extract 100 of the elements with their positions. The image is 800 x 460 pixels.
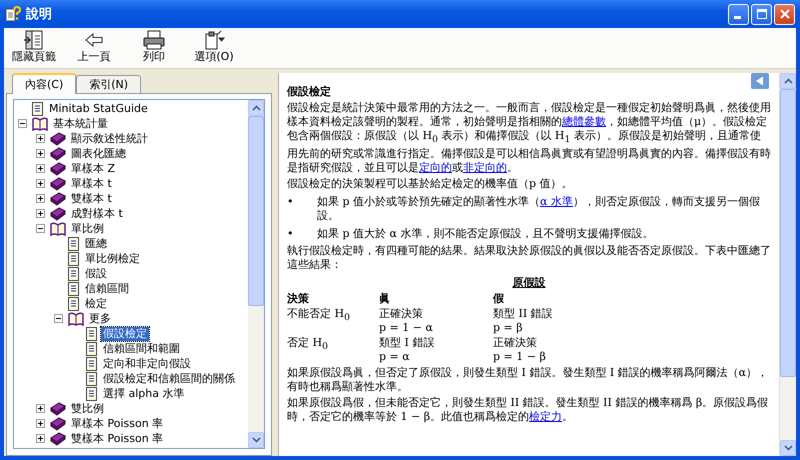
tree-item[interactable]: 雙比例 bbox=[69, 402, 106, 416]
page-icon bbox=[68, 296, 80, 310]
open-book-icon bbox=[32, 116, 48, 130]
minimize-button[interactable] bbox=[728, 4, 749, 24]
link[interactable]: 非定向的 bbox=[463, 161, 507, 174]
tree-item[interactable]: 假設檢定 bbox=[101, 326, 149, 340]
tree-item[interactable]: 匯總 bbox=[83, 236, 109, 250]
book-icon bbox=[50, 162, 66, 176]
tree-item[interactable]: 單比例 bbox=[69, 222, 106, 236]
article-title: 假設檢定 bbox=[287, 85, 332, 99]
collapse-icon[interactable] bbox=[36, 224, 45, 233]
table-cell: 正確決策 bbox=[493, 336, 537, 350]
column-header: 決策 bbox=[287, 292, 310, 306]
scrollbar[interactable] bbox=[779, 73, 796, 456]
tree-item[interactable]: 假設檢定和信賴區間的關係 bbox=[101, 372, 237, 386]
maximize-icon bbox=[756, 9, 766, 19]
tree-item[interactable]: 單樣本 Poisson 率 bbox=[69, 416, 166, 430]
scroll-down-icon[interactable] bbox=[784, 445, 792, 451]
page-icon bbox=[68, 282, 80, 296]
expand-icon[interactable] bbox=[36, 434, 45, 443]
paragraph: 如果原假設爲假，但未能否定它，則發生類型 II 錯誤。發生類型 II 錯誤的機率稱爲 β。原假設爲假時，否定它的機率等於 1 − β。此值也稱爲檢定的檢定力。 bbox=[287, 396, 770, 424]
expand-icon[interactable] bbox=[36, 179, 45, 188]
page-icon bbox=[68, 266, 80, 280]
expand-icon[interactable] bbox=[36, 419, 45, 428]
book-icon bbox=[50, 192, 66, 206]
maximize-button[interactable] bbox=[751, 4, 772, 24]
window-title: 說明 bbox=[26, 6, 53, 23]
tree-item[interactable]: 檢定 bbox=[83, 296, 109, 310]
tree-item[interactable]: 圖表化匯總 bbox=[69, 146, 128, 160]
back-toolbar-button[interactable]: 上一頁 bbox=[68, 30, 120, 68]
tree-item[interactable]: 單樣本 t bbox=[69, 176, 114, 190]
link[interactable]: 總體參數 bbox=[562, 115, 606, 128]
page-icon bbox=[86, 386, 98, 400]
page-icon bbox=[32, 102, 44, 116]
tree-item[interactable]: 信賴區間 bbox=[83, 282, 131, 296]
expand-icon[interactable] bbox=[36, 194, 45, 203]
book-icon bbox=[50, 206, 66, 220]
column-header: 眞 bbox=[379, 292, 391, 306]
options-toolbar-button[interactable]: 選項(O) bbox=[188, 30, 240, 68]
paragraph: 如果原假設爲眞，但否定了原假設，則發生類型 I 錯誤。發生類型 I 錯誤的機率稱爲阿爾法（α），有時也稱爲顯著性水準。 bbox=[287, 366, 770, 394]
book-icon bbox=[50, 146, 66, 160]
collapse-icon[interactable] bbox=[18, 119, 27, 128]
scroll-down-icon[interactable] bbox=[252, 437, 260, 443]
hide-toolbar-button[interactable]: 隱藏頁籤 bbox=[8, 30, 60, 68]
tree-item[interactable]: 假設 bbox=[83, 266, 109, 280]
tree-item[interactable]: 雙樣本 t bbox=[69, 192, 114, 206]
table-cell: p = β bbox=[493, 321, 523, 336]
scrollbar[interactable] bbox=[248, 100, 264, 448]
table-cell: p = α bbox=[379, 350, 410, 364]
table-cell: p = 1 − α bbox=[379, 321, 433, 336]
link[interactable]: α 水準 bbox=[540, 195, 573, 208]
tree-item[interactable]: 基本統計量 bbox=[51, 116, 110, 130]
tree-item[interactable]: 雙樣本 Poisson 率 bbox=[69, 432, 166, 446]
column-header: 假 bbox=[493, 292, 505, 306]
expand-icon[interactable] bbox=[36, 209, 45, 218]
table-cell: 類型 I 錯誤 bbox=[379, 336, 434, 350]
page-icon bbox=[86, 342, 98, 356]
tree-item[interactable]: 單比例檢定 bbox=[83, 252, 142, 266]
tab[interactable]: 內容(C) bbox=[12, 73, 76, 94]
page-icon bbox=[68, 236, 80, 250]
tree-item[interactable]: 成對樣本 t bbox=[69, 206, 125, 220]
book-icon bbox=[50, 432, 66, 446]
table-cell: 否定 H$_{0}$ bbox=[287, 336, 328, 354]
close-button[interactable] bbox=[774, 4, 795, 24]
book-icon bbox=[50, 402, 66, 416]
expand-icon[interactable] bbox=[36, 149, 45, 158]
print-toolbar-button[interactable]: 列印 bbox=[128, 30, 180, 68]
tree-item[interactable]: 更多 bbox=[87, 312, 113, 326]
open-book-icon bbox=[68, 312, 84, 326]
tree-item[interactable]: 顯示敘述性統計 bbox=[69, 132, 150, 146]
collapse-icon[interactable] bbox=[54, 314, 63, 323]
table-title: 原假設 bbox=[512, 276, 546, 290]
expand-icon[interactable] bbox=[36, 134, 45, 143]
page-icon bbox=[86, 356, 98, 370]
open-book-icon bbox=[50, 222, 66, 236]
table-cell: 正確決策 bbox=[379, 307, 423, 322]
link[interactable]: 檢定力 bbox=[529, 410, 562, 424]
paragraph: 假設檢定是統計決策中最常用的方法之一。一般而言，假設檢定是一種假定初始聲明爲眞，然後使用樣本資料檢定該聲明的製程。通常，初始聲明是指相關的總體參數，如總體平均值（μ）。假設檢定包含兩個假設：原假設（以 H$_{0}$ 表示）和備擇假設（以 H$_{1}$ 表示）。原假設是初始聲明，且通常使用先前的研究或常識進行指定。備擇假設是可以相信爲眞實或有望證明爲眞實的內容。備擇假設有時是指研究假設，並且可以是定向的或非定向的。 bbox=[287, 101, 771, 176]
book-icon bbox=[50, 132, 66, 146]
bullet: • bbox=[287, 195, 294, 210]
table-cell: p = 1 − β bbox=[493, 350, 546, 364]
scroll-up-icon[interactable] bbox=[784, 78, 792, 84]
expand-icon[interactable] bbox=[36, 164, 45, 173]
tree-item[interactable]: 信賴區間和範圍 bbox=[101, 342, 182, 356]
book-icon bbox=[50, 176, 66, 190]
link[interactable]: 定向的 bbox=[419, 161, 452, 174]
tree-item[interactable]: Minitab StatGuide bbox=[47, 102, 150, 116]
help-document-icon bbox=[5, 6, 21, 22]
paragraph: 假設檢定的決策製程可以基於給定檢定的機率值（p 值）。 bbox=[287, 177, 574, 192]
tree-item[interactable]: 單樣本 Z bbox=[69, 162, 118, 176]
table-cell: 類型 II 錯誤 bbox=[493, 307, 553, 322]
tree-item[interactable]: 定向和非定向假設 bbox=[101, 356, 193, 370]
tree-item[interactable]: 選擇 alpha 水準 bbox=[101, 386, 186, 400]
list-item-text: 如果 p 值大於 α 水準，則不能否定原假設，且不聲明支援備擇假設。 bbox=[316, 227, 654, 242]
expand-icon[interactable] bbox=[36, 404, 45, 413]
minimize-icon bbox=[734, 16, 740, 18]
scroll-up-icon[interactable] bbox=[252, 105, 260, 111]
page-icon bbox=[86, 326, 98, 340]
list-item-text: 如果 p 值小於或等於預先確定的顯著性水準（α 水準），則否定原假設，轉而支援另一個假設。 bbox=[316, 195, 761, 224]
tab[interactable]: 索引(N) bbox=[76, 75, 142, 93]
